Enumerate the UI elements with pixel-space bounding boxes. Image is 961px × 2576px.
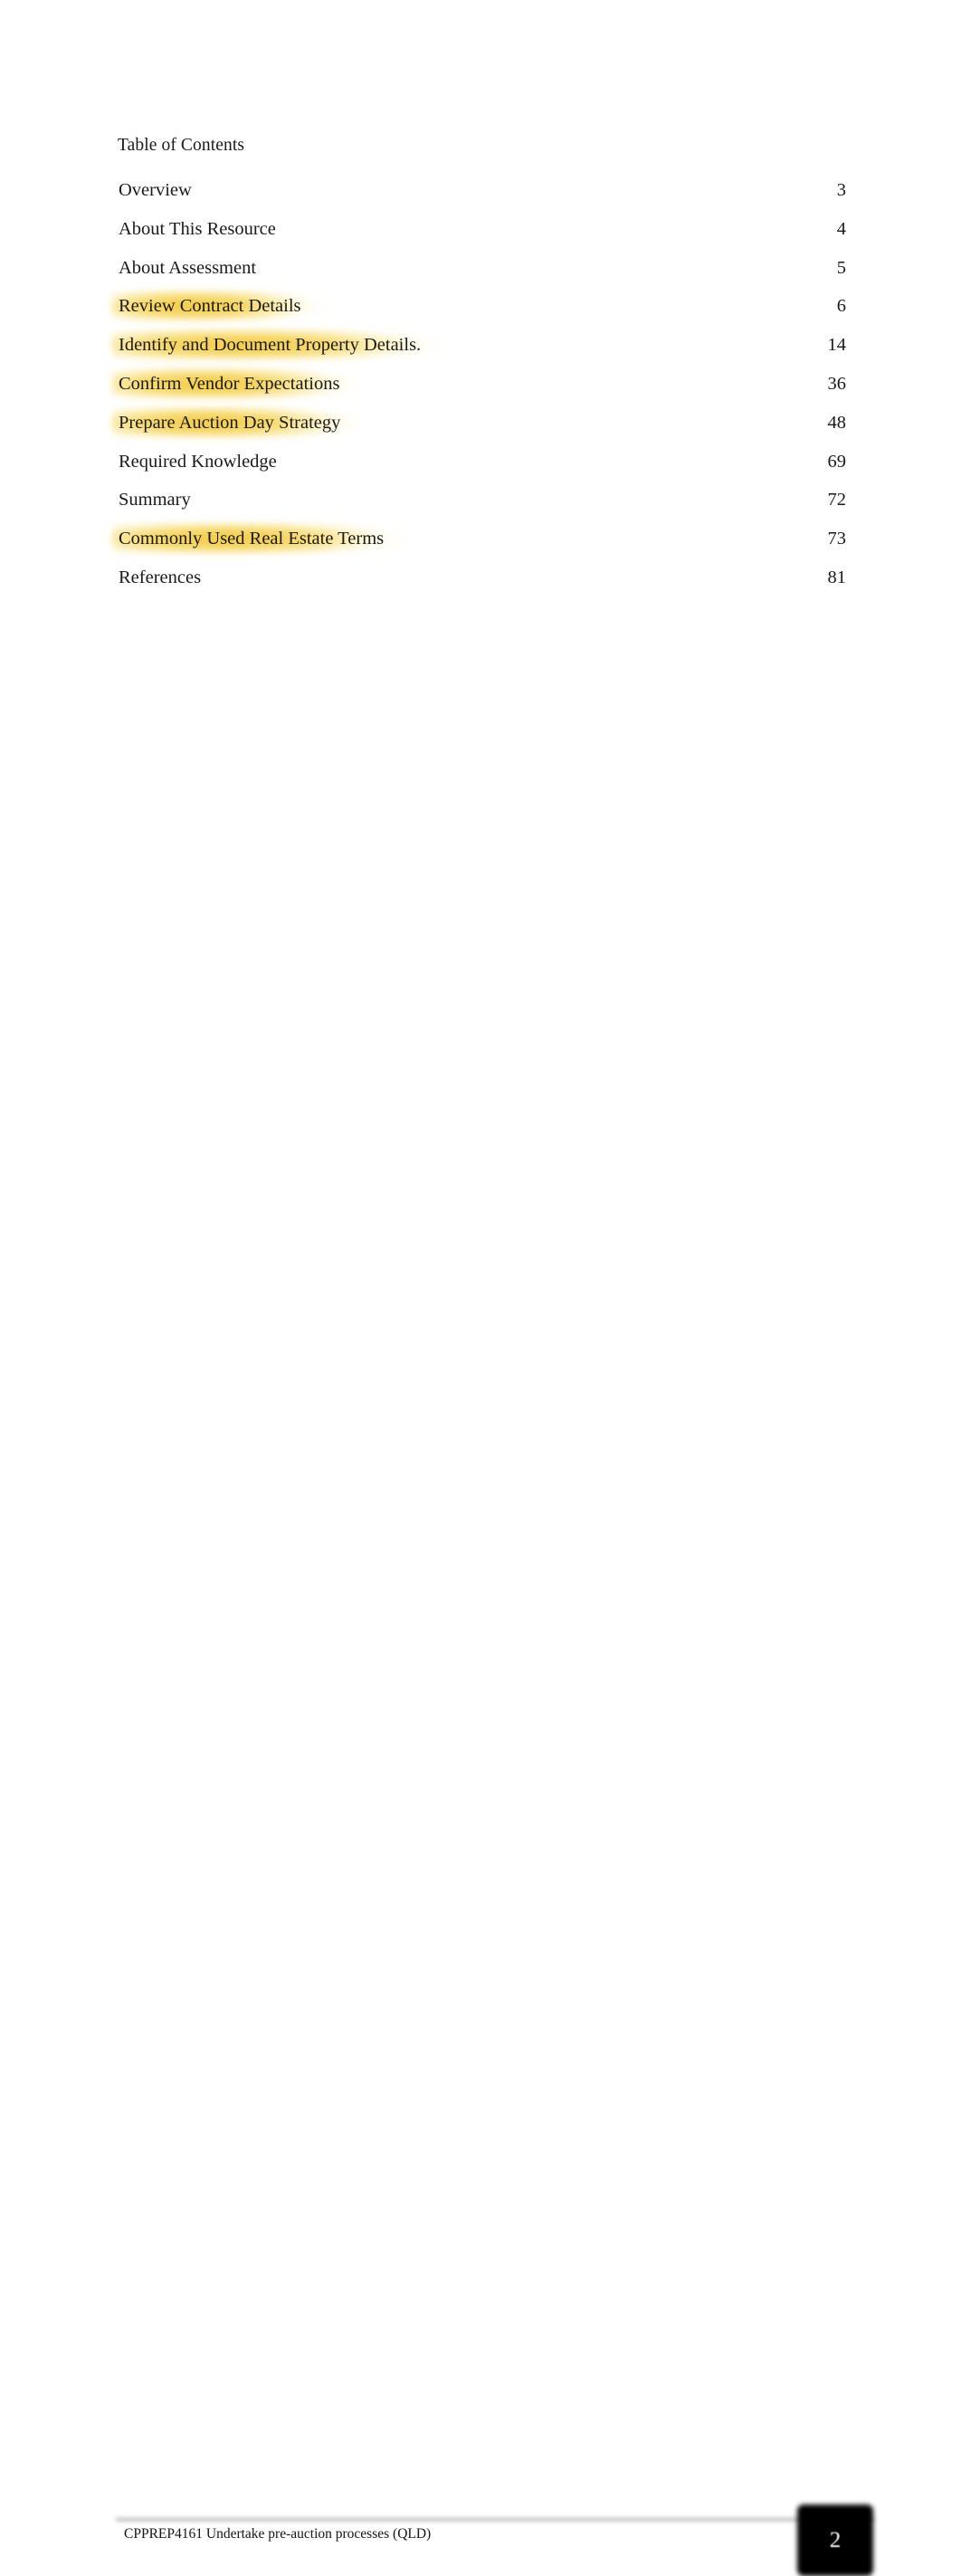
toc-entry-label-wrap: Commonly Used Real Estate Terms [112,523,410,554]
toc-entry-page-number[interactable]: 72 [792,487,847,512]
toc-entry-page-number[interactable]: 69 [792,449,847,474]
footer-divider [116,2516,874,2523]
toc-entry[interactable]: Overview 3 [118,177,846,216]
toc-entry-page-number[interactable]: 3 [792,177,846,203]
footer-unit-label: CPPREP4161 Undertake pre-auction process… [124,2526,432,2542]
page-title: Table of Contents [118,136,245,155]
toc-entry[interactable]: Commonly Used Real Estate Terms 73 [112,523,847,565]
toc-entry-label-wrap: Review Contract Details [112,291,327,321]
toc-entry-label[interactable]: Commonly Used Real Estate Terms [118,526,384,551]
toc-entry-label-wrap: Confirm Vendor Expectations [112,367,366,398]
page-footer: CPPREP4161 Undertake pre-auction process… [0,1249,961,2576]
toc-entry[interactable]: Confirm Vendor Expectations 36 [112,367,847,410]
page-number-value: 2 [829,2527,842,2552]
document-page: Table of Contents Overview 3 About This Re… [0,0,961,2576]
toc-entry-label[interactable]: Prepare Auction Day Strategy [118,410,340,435]
toc-entry[interactable]: Required Knowledge 69 [118,449,846,488]
toc-entry[interactable]: References 81 [118,565,846,604]
toc-entry-page-number[interactable]: 81 [792,565,847,590]
toc-entry-label[interactable]: Identify and Document Property Details. [118,332,421,358]
toc-entry-page-number[interactable]: 14 [792,332,847,358]
table-of-contents: Overview 3 About This Resource 4 About Asses… [112,177,847,604]
toc-entry-page-number[interactable]: 6 [792,293,846,319]
toc-entry-label-wrap: Identify and Document Property Details. [112,329,447,360]
toc-entry-label-wrap: Summary [118,487,191,512]
toc-entry-page-number[interactable]: 73 [792,526,847,551]
toc-entry-label[interactable]: Summary [118,487,191,512]
toc-entry[interactable]: Identify and Document Property Details. 1… [112,329,847,371]
toc-entry-label-wrap: References [118,565,201,590]
toc-entry-label[interactable]: References [118,565,201,590]
toc-entry[interactable]: About This Resource 4 [118,216,846,255]
toc-entry-label[interactable]: About Assessment [118,255,256,281]
toc-entry[interactable]: Prepare Auction Day Strategy 48 [112,406,847,449]
toc-entry-page-number[interactable]: 48 [792,410,847,435]
toc-entry-label-wrap: About Assessment [118,255,256,281]
toc-entry-label[interactable]: About This Resource [118,216,276,242]
toc-entry-label-wrap: Prepare Auction Day Strategy [112,406,366,437]
toc-entry-page-number[interactable]: 36 [792,371,847,396]
toc-entry-label[interactable]: Overview [118,177,192,203]
toc-entry[interactable]: About Assessment 5 [118,255,846,294]
toc-entry-page-number[interactable]: 5 [792,255,846,281]
toc-entry-label-wrap: Required Knowledge [118,449,277,474]
toc-entry-label[interactable]: Confirm Vendor Expectations [118,371,339,396]
toc-entry-label[interactable]: Required Knowledge [118,449,277,474]
toc-entry[interactable]: Summary 72 [118,487,846,526]
toc-entry-label-wrap: Overview [118,177,192,203]
toc-entry-label[interactable]: Review Contract Details [118,293,301,319]
toc-entry-label-wrap: About This Resource [118,216,276,242]
toc-entry-page-number[interactable]: 4 [792,216,846,242]
toc-entry[interactable]: Review Contract Details 6 [112,291,846,332]
